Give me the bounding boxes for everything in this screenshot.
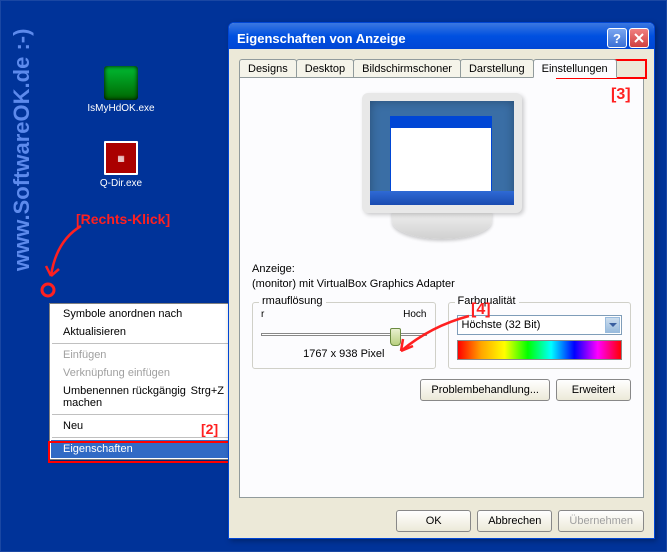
tab-desktop[interactable]: Desktop [296, 59, 354, 77]
desktop-icon-qdir[interactable]: ▦ Q-Dir.exe [81, 141, 161, 189]
menu-separator [52, 414, 241, 415]
annotation-circle [39, 281, 57, 299]
display-properties-dialog: Eigenschaften von Anzeige ? Designs Desk… [228, 22, 655, 539]
menu-paste-shortcut: Verknüpfung einfügen [51, 364, 242, 382]
settings-panel: Anzeige: (monitor) mit VirtualBox Graphi… [239, 78, 644, 498]
menu-separator [52, 343, 241, 344]
icon-label: Q-Dir.exe [81, 178, 161, 189]
desktop-icon-ismyhdok[interactable]: IsMyHdOK.exe [81, 66, 161, 114]
annotation-2: [2] [201, 421, 218, 437]
chevron-down-icon [605, 317, 620, 333]
close-icon [634, 33, 644, 43]
advanced-button[interactable]: Erweitert [556, 379, 631, 401]
menu-properties[interactable]: Eigenschaften [51, 440, 242, 458]
tab-screensaver[interactable]: Bildschirmschoner [353, 59, 461, 77]
icon-label: IsMyHdOK.exe [81, 103, 161, 114]
resolution-legend: rmauflösung [259, 295, 326, 307]
menu-arrange-icons[interactable]: Symbole anordnen nach [51, 305, 242, 323]
monitor-preview[interactable] [352, 93, 532, 253]
annotation-3: [3] [611, 86, 631, 104]
dialog-title: Eigenschaften von Anzeige [237, 31, 406, 46]
res-less: r [261, 309, 264, 320]
menu-separator [52, 437, 241, 438]
annotation-arrow-4 [391, 311, 481, 361]
qdir-icon: ▦ [104, 141, 138, 175]
color-spectrum [457, 340, 623, 360]
display-label: Anzeige: [252, 263, 631, 275]
menu-paste: Einfügen [51, 346, 242, 364]
cancel-button[interactable]: Abbrechen [477, 510, 552, 532]
tab-settings[interactable]: Einstellungen [533, 59, 617, 78]
tab-strip: Designs Desktop Bildschirmschoner Darste… [239, 59, 644, 78]
menu-refresh[interactable]: Aktualisieren [51, 323, 242, 341]
ok-button[interactable]: OK [396, 510, 471, 532]
menu-undo-rename[interactable]: Umbenennen rückgängig machenStrg+Z [51, 382, 242, 412]
tab-designs[interactable]: Designs [239, 59, 297, 77]
watermark-side: www.SoftwareOK.de :-) [9, 29, 35, 271]
apply-button: Übernehmen [558, 510, 644, 532]
close-button[interactable] [629, 28, 649, 48]
help-button[interactable]: ? [607, 28, 627, 48]
troubleshoot-button[interactable]: Problembehandlung... [420, 379, 550, 401]
hd-icon [104, 66, 138, 100]
dialog-titlebar[interactable]: Eigenschaften von Anzeige ? [229, 23, 654, 49]
display-value: (monitor) mit VirtualBox Graphics Adapte… [252, 278, 631, 290]
tab-appearance[interactable]: Darstellung [460, 59, 534, 77]
